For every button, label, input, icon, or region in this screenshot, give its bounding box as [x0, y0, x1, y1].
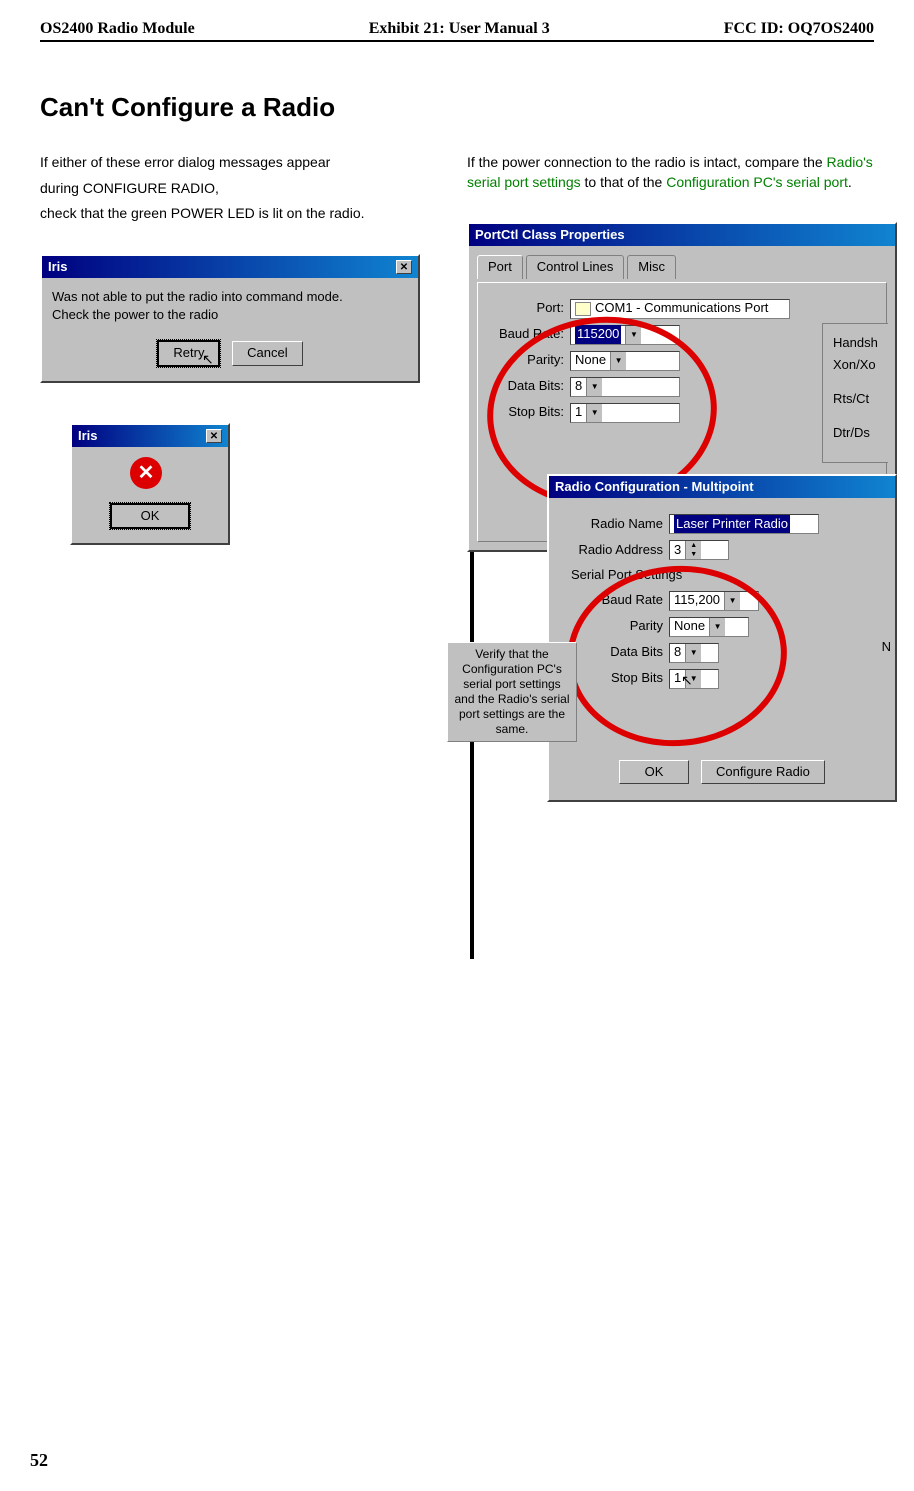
radio-config-titlebar[interactable]: Radio Configuration - Multipoint — [549, 476, 895, 498]
port-combo[interactable]: COM1 - Communications Port — [570, 299, 790, 319]
data-bits-combo[interactable]: 8 ▼ — [570, 377, 680, 397]
port-label: Port: — [488, 299, 570, 317]
page-header: OS2400 Radio Module Exhibit 21: User Man… — [40, 20, 874, 42]
baud-combo[interactable]: 115200 ▼ — [570, 325, 680, 345]
tab-misc[interactable]: Misc — [627, 255, 676, 278]
error-dialog-1-titlebar[interactable]: Iris ✕ — [42, 256, 418, 278]
error-dialog-1-msg1: Was not able to put the radio into comma… — [52, 288, 408, 306]
port-value: COM1 - Communications Port — [595, 299, 768, 317]
parity-value: None — [575, 351, 606, 369]
radio-parity-combo[interactable]: None ▼ — [669, 617, 749, 637]
rtscts-label: Rts/Ct — [833, 390, 886, 408]
tab-control-lines[interactable]: Control Lines — [526, 255, 625, 278]
left-paragraph-3: check that the green POWER LED is lit on… — [40, 204, 447, 224]
radio-address-value: 3 — [674, 541, 681, 559]
error-dialog-2-title: Iris — [78, 427, 98, 445]
note-line-5: port settings are the — [450, 707, 574, 722]
portctl-titlebar[interactable]: PortCtl Class Properties — [469, 224, 895, 246]
radio-address-field[interactable]: 3 ▲▼ — [669, 540, 729, 560]
radio-data-bits-value: 8 — [674, 643, 681, 661]
chevron-down-icon[interactable]: ▼ — [586, 378, 602, 396]
chevron-down-icon[interactable]: ▼ — [724, 592, 740, 610]
ok-button[interactable]: OK — [619, 760, 689, 784]
spinner-icon[interactable]: ▲▼ — [685, 541, 701, 559]
note-line-4: and the Radio's serial — [450, 692, 574, 707]
radio-baud-label: Baud Rate — [579, 591, 669, 609]
parity-combo[interactable]: None ▼ — [570, 351, 680, 371]
note-line-3: serial port settings — [450, 677, 574, 692]
radio-name-field[interactable]: Laser Printer Radio — [669, 514, 819, 534]
verify-note: Verify that the Configuration PC's seria… — [447, 642, 577, 742]
radio-stop-bits-label: Stop Bits — [579, 669, 669, 687]
tab-port[interactable]: Port — [477, 255, 523, 278]
radio-baud-value: 115,200 — [674, 591, 720, 609]
baud-label: Baud Rate: — [488, 325, 570, 343]
header-center: Exhibit 21: User Manual 3 — [369, 20, 550, 38]
chevron-down-icon[interactable]: ▼ — [610, 352, 626, 370]
right-mode-label: N — [882, 638, 891, 656]
radio-config-title: Radio Configuration - Multipoint — [555, 478, 754, 496]
header-left: OS2400 Radio Module — [40, 20, 195, 38]
serial-port-settings-group: Serial Port Settings — [571, 566, 885, 584]
radio-parity-label: Parity — [579, 617, 669, 635]
right-intro-mid: to that of the — [581, 174, 667, 190]
port-icon — [575, 302, 591, 316]
page-number: 52 — [30, 1450, 48, 1471]
radio-baud-combo[interactable]: 115,200 ▼ — [669, 591, 759, 611]
radio-config-dialog: Radio Configuration - Multipoint Radio N… — [547, 474, 897, 802]
error-dialog-1-msg2: Check the power to the radio — [52, 306, 408, 324]
cursor-icon: ↖ — [202, 350, 214, 370]
right-intro-post: . — [848, 174, 852, 190]
note-line-6: same. — [450, 722, 574, 737]
stop-bits-combo[interactable]: 1 ▼ — [570, 403, 680, 423]
error-dialog-1: Iris ✕ Was not able to put the radio int… — [40, 254, 420, 383]
radio-address-label: Radio Address — [559, 541, 669, 559]
ok-button[interactable]: OK — [110, 503, 190, 529]
cancel-button[interactable]: Cancel — [232, 341, 302, 365]
radio-stop-bits-combo[interactable]: 1 ▼ — [669, 669, 719, 689]
portctl-title: PortCtl Class Properties — [475, 226, 625, 244]
header-right: FCC ID: OQ7OS2400 — [724, 20, 874, 38]
link-pc-serial-port[interactable]: Configuration PC's serial port — [666, 174, 848, 190]
error-icon: ✕ — [130, 457, 162, 489]
close-icon[interactable]: ✕ — [206, 429, 222, 443]
close-icon[interactable]: ✕ — [396, 260, 412, 274]
section-title: Can't Configure a Radio — [40, 92, 874, 123]
note-line-2: Configuration PC's — [450, 662, 574, 677]
stop-bits-value: 1 — [575, 403, 582, 421]
xonxoff-label: Xon/Xo — [833, 356, 886, 374]
right-intro: If the power connection to the radio is … — [467, 153, 874, 192]
dtrdsr-label: Dtr/Ds — [833, 424, 886, 442]
stop-bits-label: Stop Bits: — [488, 403, 570, 421]
radio-data-bits-label: Data Bits — [579, 643, 669, 661]
left-paragraph-2: during CONFIGURE RADIO, — [40, 179, 447, 199]
error-dialog-2: Iris ✕ ✕ OK — [70, 423, 230, 545]
error-dialog-2-titlebar[interactable]: Iris ✕ — [72, 425, 228, 447]
chevron-down-icon[interactable]: ▼ — [625, 326, 641, 344]
error-dialog-1-title: Iris — [48, 258, 68, 276]
cursor-icon: ↖ — [681, 671, 693, 691]
radio-parity-value: None — [674, 617, 705, 635]
note-line-1: Verify that the — [450, 647, 574, 662]
right-intro-pre: If the power connection to the radio is … — [467, 154, 827, 170]
handshake-label: Handsh — [833, 334, 886, 352]
radio-data-bits-combo[interactable]: 8 ▼ — [669, 643, 719, 663]
radio-name-value: Laser Printer Radio — [674, 515, 790, 533]
data-bits-value: 8 — [575, 377, 582, 395]
chevron-down-icon[interactable]: ▼ — [709, 618, 725, 636]
chevron-down-icon[interactable]: ▼ — [586, 404, 602, 422]
left-paragraph-1: If either of these error dialog messages… — [40, 153, 447, 173]
radio-name-label: Radio Name — [559, 515, 669, 533]
parity-label: Parity: — [488, 351, 570, 369]
chevron-down-icon[interactable]: ▼ — [685, 644, 701, 662]
configure-radio-button[interactable]: Configure Radio — [701, 760, 825, 784]
data-bits-label: Data Bits: — [488, 377, 570, 395]
baud-value: 115200 — [575, 325, 621, 343]
